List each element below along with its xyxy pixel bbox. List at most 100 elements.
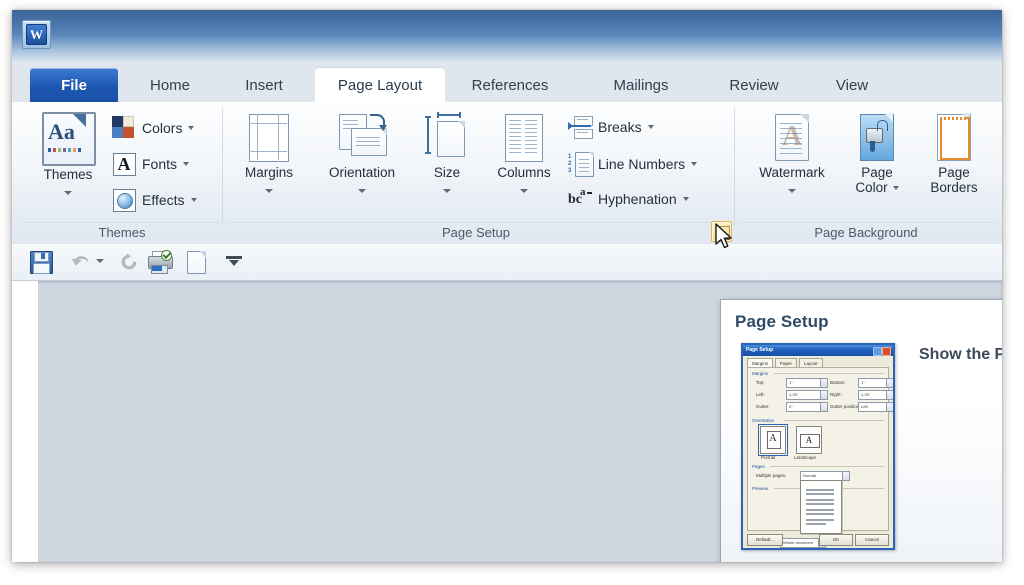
tab-review-label: Review — [729, 76, 779, 94]
ribbon-button-page-borders[interactable]: Page Borders — [914, 113, 994, 195]
preview-field-left-input: 1.25" — [786, 390, 828, 400]
ribbon-button-watermark[interactable]: A Watermark — [744, 114, 840, 198]
margins-chevron-down-icon[interactable] — [265, 188, 273, 193]
page-color-label-line2: Color — [855, 180, 888, 195]
orientation-icon — [337, 114, 387, 162]
ribbon-button-size[interactable]: Size — [416, 112, 478, 198]
tab-review[interactable]: Review — [707, 68, 801, 102]
ribbon-button-hyphenation[interactable]: bc a Hyphenation — [568, 187, 689, 210]
ribbon-button-orientation[interactable]: Orientation — [310, 114, 414, 198]
ribbon-button-page-color[interactable]: Page Color — [840, 113, 914, 195]
tab-home[interactable]: Home — [126, 68, 214, 102]
group-separator-2 — [734, 108, 735, 226]
word-application-window: W File Home Insert Page Layout Reference… — [12, 10, 1002, 562]
watermark-icon: A — [775, 114, 809, 162]
watermark-chevron-down-icon[interactable] — [788, 188, 796, 193]
line-numbers-icon: 1 2 3 — [568, 152, 594, 177]
qat-undo-chevron-down-icon[interactable] — [96, 259, 104, 263]
chevron-down-icon — [226, 256, 242, 268]
preview-orientation-portrait: A — [758, 424, 788, 456]
qat-redo-button[interactable] — [118, 251, 140, 278]
columns-chevron-down-icon[interactable] — [520, 188, 528, 193]
group-separator-1 — [222, 108, 223, 226]
tab-mailings[interactable]: Mailings — [589, 68, 693, 102]
tab-references[interactable]: References — [455, 68, 565, 102]
ribbon-button-breaks[interactable]: Breaks — [568, 116, 654, 139]
tab-insert-label: Insert — [245, 76, 283, 94]
new-document-icon — [186, 251, 206, 274]
ribbon-button-columns[interactable]: Columns — [482, 114, 566, 198]
themes-chevron-down-icon[interactable] — [64, 190, 72, 195]
effects-chevron-down-icon[interactable] — [190, 198, 197, 202]
tab-insert[interactable]: Insert — [220, 68, 308, 102]
ribbon-button-hyphenation-label: Hyphenation — [598, 191, 677, 207]
preview-section-orientation-label: Orientation — [752, 418, 775, 423]
tab-file-label: File — [61, 76, 87, 94]
qat-save-button[interactable] — [30, 251, 53, 274]
preview-cancel-button: Cancel — [855, 534, 889, 546]
qat-new-document-button[interactable] — [186, 251, 206, 274]
ribbon-button-margins[interactable]: Margins — [230, 114, 308, 198]
preview-section-preview-label: Preview — [752, 486, 769, 491]
preview-field-top-input: 1" — [786, 378, 828, 388]
preview-field-bottom-value: 1" — [861, 380, 865, 385]
qat-undo-button[interactable] — [70, 251, 92, 278]
undo-icon — [72, 256, 89, 266]
tab-page-layout[interactable]: Page Layout — [315, 68, 445, 102]
preview-section-margins-label: Margins — [752, 371, 769, 376]
ribbon-button-themes[interactable]: Aa Themes — [28, 112, 108, 200]
preview-orientation-landscape-label: Landscape — [794, 455, 817, 460]
tab-mailings-label: Mailings — [613, 76, 669, 94]
preview-dialog-button-row: Default... OK Cancel — [747, 534, 889, 546]
preview-dialog-title-bar: Page Setup — [743, 345, 893, 356]
hyphenation-icon: bc a — [568, 187, 592, 210]
page-setup-dialog-preview: Page Setup Margins Paper Layout Margins … — [741, 343, 895, 550]
ribbon-button-size-label: Size — [433, 165, 461, 180]
ribbon-button-columns-label: Columns — [497, 165, 551, 180]
title-bar-sheen — [12, 10, 1002, 36]
tab-view[interactable]: View — [812, 68, 892, 102]
page-borders-icon — [937, 113, 971, 162]
preview-orientation-portrait-label: Portrait — [761, 455, 776, 460]
page-color-chevron-down-icon[interactable] — [892, 186, 899, 191]
size-icon — [425, 112, 469, 162]
theme-fonts-icon: A — [112, 152, 136, 176]
fonts-chevron-down-icon[interactable] — [183, 162, 190, 166]
ribbon-button-line-numbers-label: Line Numbers — [598, 156, 686, 172]
preview-hr-2 — [784, 420, 884, 421]
preview-field-bottom-label: Bottom: — [830, 380, 846, 385]
ribbon-button-fonts[interactable]: A Fonts — [112, 152, 190, 176]
preview-field-gutterpos-value: Left — [861, 404, 868, 409]
word-logo-icon[interactable]: W — [22, 20, 51, 49]
ribbon-group-label-themes: Themes — [98, 225, 146, 240]
ribbon-button-margins-label: Margins — [244, 165, 293, 180]
screentip-description: Show the P — [919, 346, 1002, 363]
size-chevron-down-icon[interactable] — [443, 188, 451, 193]
orientation-chevron-down-icon[interactable] — [358, 188, 366, 193]
ribbon-button-effects-label: Effects — [142, 192, 185, 208]
screenshot-root: W File Home Insert Page Layout Reference… — [0, 0, 1024, 585]
qat-customize-button[interactable] — [226, 256, 242, 268]
page-background-group-line — [738, 222, 994, 223]
preview-field-top-label: Top: — [756, 380, 765, 385]
qat-print-preview-button[interactable] — [148, 249, 173, 274]
preview-field-gutter-label: Gutter: — [756, 404, 770, 409]
hyphenation-chevron-down-icon[interactable] — [682, 197, 689, 201]
redo-icon — [121, 253, 137, 270]
preview-dialog-body: Margins Top: 1" Bottom: 1" Left: 1.25" R… — [747, 367, 893, 548]
breaks-chevron-down-icon[interactable] — [647, 125, 654, 129]
preview-field-gutterpos-label: Gutter position: — [830, 404, 861, 409]
ribbon-button-effects[interactable]: Effects — [112, 188, 197, 212]
page-color-icon — [860, 113, 894, 162]
ribbon-button-colors[interactable]: Colors — [112, 116, 195, 140]
ribbon-button-page-borders-label: Page Borders — [914, 165, 994, 195]
ribbon-button-line-numbers[interactable]: 1 2 3 Line Numbers — [568, 152, 698, 177]
themes-group-line — [24, 222, 220, 223]
colors-chevron-down-icon[interactable] — [188, 126, 195, 130]
theme-colors-icon — [112, 116, 136, 140]
document-left-gutter — [12, 281, 38, 562]
line-numbers-chevron-down-icon[interactable] — [691, 162, 698, 166]
tab-file[interactable]: File — [30, 68, 118, 102]
preview-multiple-pages-label: Multiple pages: — [756, 473, 787, 478]
ribbon-button-orientation-label: Orientation — [328, 165, 396, 180]
